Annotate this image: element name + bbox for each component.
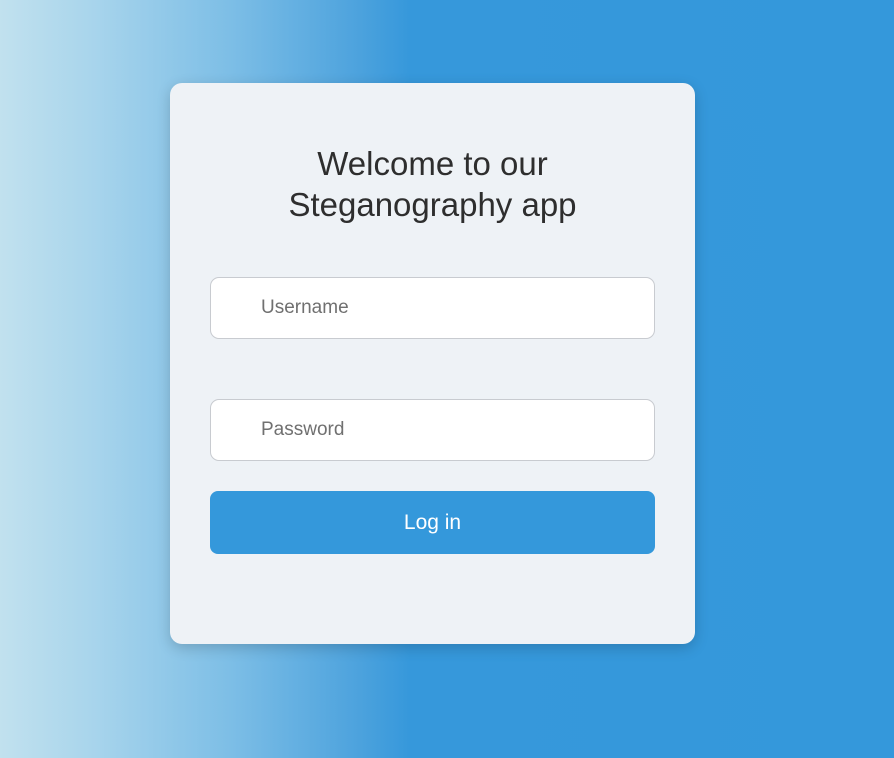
page-title: Welcome to our Steganography app (170, 143, 695, 225)
username-input[interactable] (210, 277, 655, 339)
password-input[interactable] (210, 399, 655, 461)
title-line-2: Steganography app (288, 186, 577, 223)
title-line-1: Welcome to our (317, 145, 548, 182)
login-button[interactable]: Log in (210, 491, 655, 554)
login-card: Welcome to our Steganography app Log in (170, 83, 695, 644)
